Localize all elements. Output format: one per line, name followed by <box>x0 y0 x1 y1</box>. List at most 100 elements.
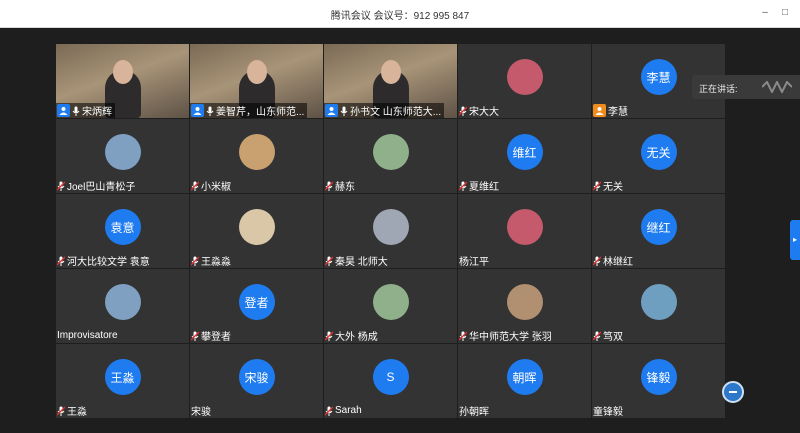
participant-tile[interactable]: 王淼淼 <box>190 194 323 268</box>
participant-tile[interactable]: 笃双 <box>592 269 725 343</box>
participant-tile[interactable]: 袁意河大比较文学 袁意 <box>56 194 189 268</box>
participant-tile[interactable]: 赫东 <box>324 119 457 193</box>
participant-name: 大外 杨成 <box>335 332 378 343</box>
participant-namebar: 杨江平 <box>458 253 492 268</box>
participant-avatar <box>506 284 543 320</box>
participant-avatar <box>372 134 409 170</box>
participant-tile[interactable]: 大外 杨成 <box>324 269 457 343</box>
participant-avatar <box>640 284 677 320</box>
participant-namebar: 宋炳辉 <box>56 103 115 118</box>
participant-name: 宋骏 <box>191 407 211 418</box>
participant-name: Improvisatore <box>57 330 118 341</box>
participant-tile[interactable]: 小米椒 <box>190 119 323 193</box>
participant-tile[interactable]: 姜智芹，山东师范... <box>190 44 323 118</box>
participant-tile[interactable]: 杨江平 <box>458 194 591 268</box>
participant-avatar <box>372 209 409 245</box>
participant-avatar: 王淼 <box>104 359 141 395</box>
participant-avatar <box>104 134 141 170</box>
host-icon <box>57 104 70 117</box>
speaking-indicator: 正在讲话: <box>692 75 800 99</box>
participant-tile[interactable]: 锋毅 童锋毅 <box>592 344 725 418</box>
video-person-head <box>112 60 133 84</box>
participant-tile[interactable]: 朝晖孙朝晖 <box>458 344 591 418</box>
participant-tile[interactable]: 无关 无关 <box>592 119 725 193</box>
side-panel-toggle[interactable]: ▸ <box>790 220 800 260</box>
participant-name: 林继红 <box>603 257 633 268</box>
participant-namebar: 华中师范大学 张羽 <box>458 328 555 343</box>
participant-name: 宋大大 <box>469 107 499 118</box>
participant-avatar: 袁意 <box>104 209 141 245</box>
participant-tile[interactable]: 维红 夏维红 <box>458 119 591 193</box>
participant-avatar <box>104 284 141 320</box>
mic-muted-icon <box>57 181 65 191</box>
participant-namebar: 攀登者 <box>190 328 234 343</box>
participant-namebar: 宋大大 <box>458 103 502 118</box>
minimize-button[interactable]: – <box>758 6 772 20</box>
participant-name: 王淼 <box>67 407 87 418</box>
participant-name: 攀登者 <box>201 332 231 343</box>
participant-namebar: 无关 <box>592 178 626 193</box>
participant-name: 姜智芹，山东师范... <box>216 107 305 118</box>
participant-tile[interactable]: 孙书文 山东师范大... <box>324 44 457 118</box>
participant-tile[interactable]: 秦昊 北师大 <box>324 194 457 268</box>
participant-name: 孙书文 山东师范大... <box>350 107 442 118</box>
mic-muted-icon <box>593 256 601 266</box>
participant-namebar: Improvisatore <box>56 328 121 343</box>
participant-avatar <box>238 209 275 245</box>
participant-namebar: 王淼 <box>56 403 90 418</box>
participant-avatar: 宋骏 <box>238 359 275 395</box>
participant-namebar: 孙朝晖 <box>458 403 492 418</box>
participant-namebar: 王淼淼 <box>190 253 234 268</box>
participant-tile[interactable]: 华中师范大学 张羽 <box>458 269 591 343</box>
mic-muted-icon <box>593 181 601 191</box>
participant-namebar: 孙书文 山东师范大... <box>324 103 445 118</box>
participant-avatar: 继红 <box>640 209 677 245</box>
host-icon <box>325 104 338 117</box>
maximize-button[interactable]: □ <box>778 6 792 20</box>
participant-name: 宋炳辉 <box>82 107 112 118</box>
participant-name: 李慧 <box>608 107 628 118</box>
mic-muted-icon <box>325 406 333 416</box>
mic-muted-icon <box>191 256 199 266</box>
mic-icon <box>206 106 214 116</box>
participant-name: 小米椒 <box>201 182 231 193</box>
participant-namebar: 秦昊 北师大 <box>324 253 391 268</box>
title-bar: 腾讯会议 会议号：912 995 847 – □ <box>0 0 800 28</box>
participant-tile[interactable]: 宋骏 宋骏 <box>190 344 323 418</box>
participant-avatar: S <box>372 359 409 395</box>
meeting-stage: 宋炳辉 姜智芹，山东师范... 孙书文 山东师范大... 宋大大 李慧 李慧 Joel巴山青… <box>0 28 800 433</box>
participant-name: 夏维红 <box>469 182 499 193</box>
participant-name: 赫东 <box>335 182 355 193</box>
participant-tile[interactable]: Improvisatore <box>56 269 189 343</box>
participant-tile[interactable]: 宋大大 <box>458 44 591 118</box>
participant-name: 王淼淼 <box>201 257 231 268</box>
video-person-head <box>380 60 401 84</box>
participant-name: 孙朝晖 <box>459 407 489 418</box>
participant-name: 杨江平 <box>459 257 489 268</box>
participant-avatar: 朝晖 <box>506 359 543 395</box>
participant-tile[interactable]: 继红林继红 <box>592 194 725 268</box>
floating-chat-button[interactable] <box>722 381 744 403</box>
participant-name: 河大比较文学 袁意 <box>67 257 150 268</box>
participant-avatar: 李慧 <box>640 59 677 95</box>
video-person-head <box>246 60 267 84</box>
mic-muted-icon <box>325 256 333 266</box>
participant-namebar: 李慧 <box>592 103 631 118</box>
participant-namebar: 大外 杨成 <box>324 328 381 343</box>
mic-muted-icon <box>191 181 199 191</box>
participant-namebar: 河大比较文学 袁意 <box>56 253 153 268</box>
host-icon <box>191 104 204 117</box>
participant-namebar: 姜智芹，山东师范... <box>190 103 308 118</box>
speaking-wave-icon <box>762 81 792 93</box>
participant-tile[interactable]: Joel巴山青松子 <box>56 119 189 193</box>
mic-icon <box>72 106 80 116</box>
participant-name: 秦昊 北师大 <box>335 257 388 268</box>
participant-namebar: 小米椒 <box>190 178 234 193</box>
participant-tile[interactable]: 登者 攀登者 <box>190 269 323 343</box>
participant-namebar: 童锋毅 <box>592 403 626 418</box>
participant-tile[interactable]: S Sarah <box>324 344 457 418</box>
mic-muted-icon <box>593 331 601 341</box>
participant-tile[interactable]: 宋炳辉 <box>56 44 189 118</box>
participant-tile[interactable]: 王淼 王淼 <box>56 344 189 418</box>
participant-avatar <box>506 209 543 245</box>
